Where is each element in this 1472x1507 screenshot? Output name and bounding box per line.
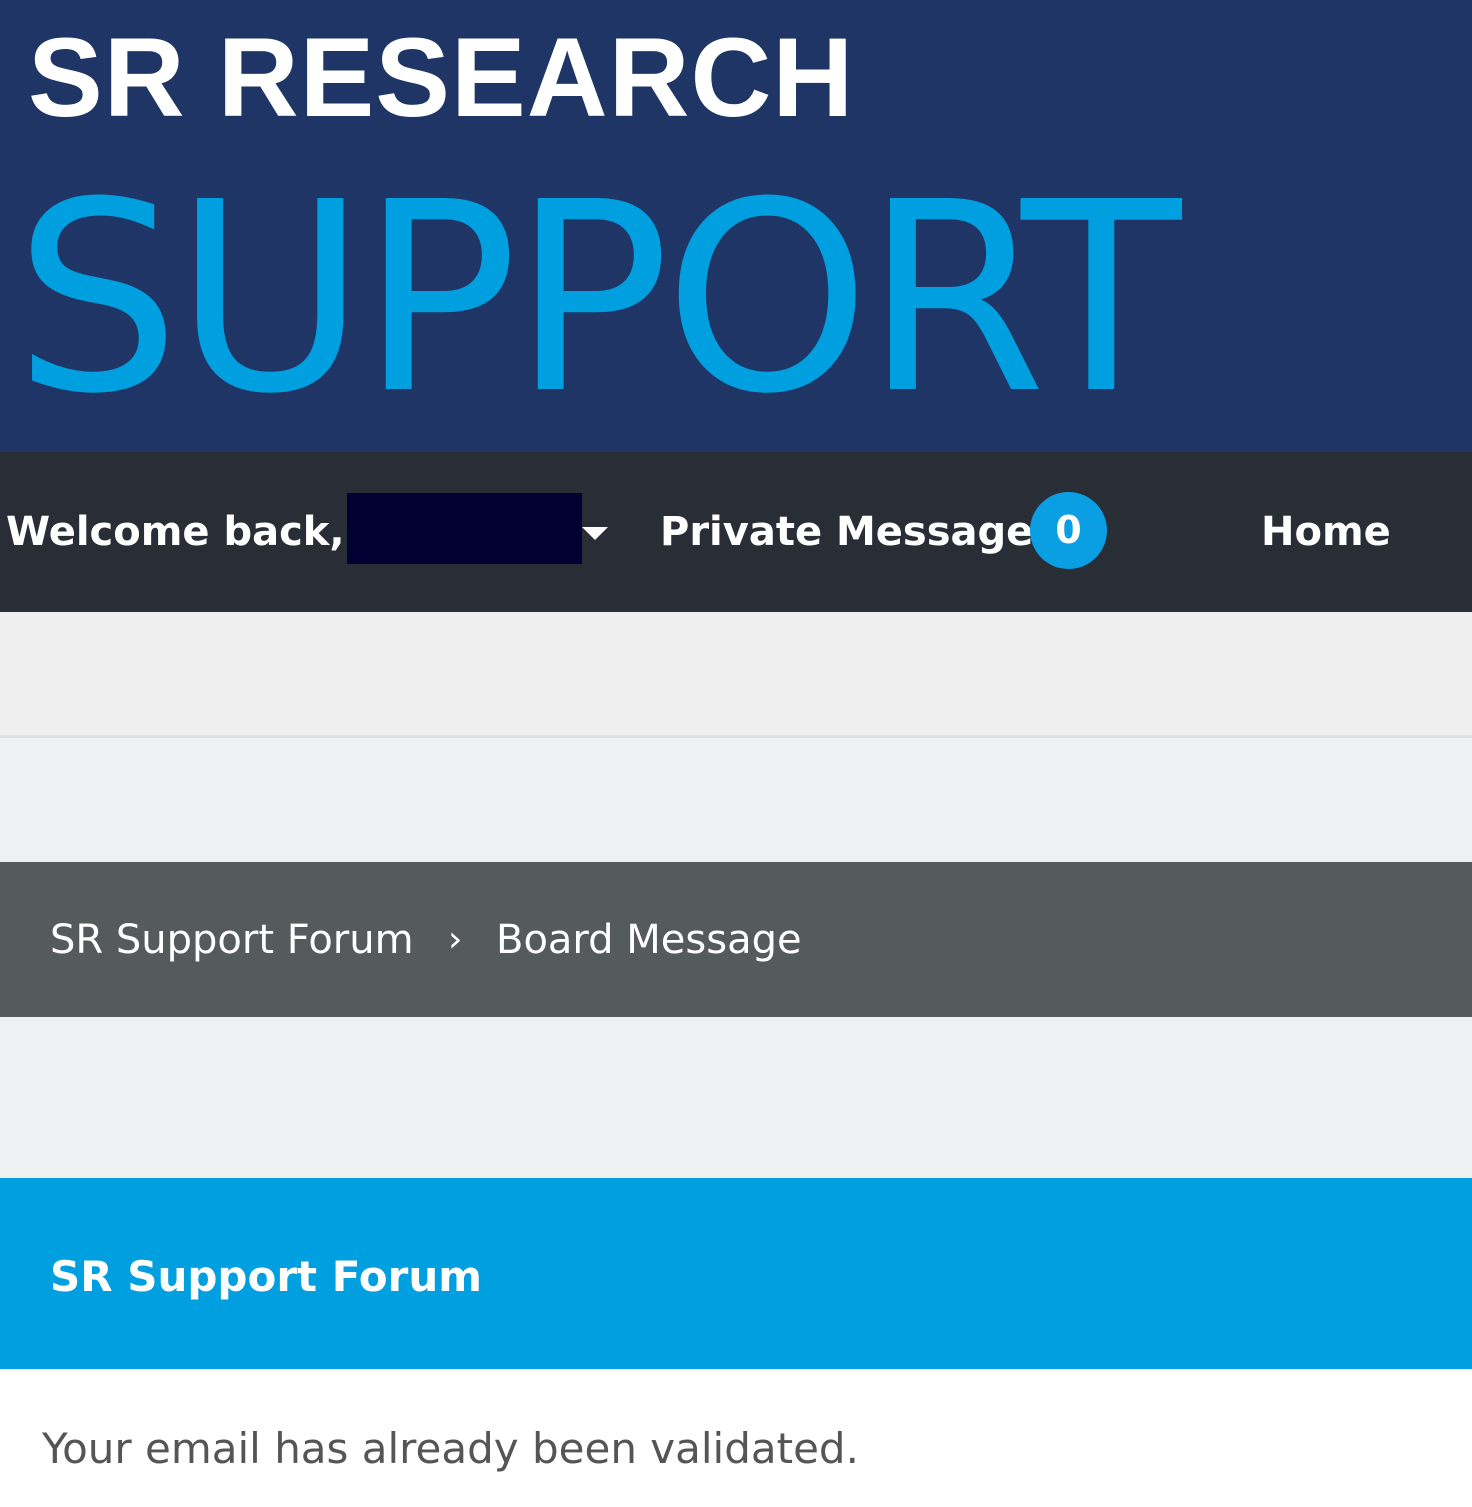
logo-subtitle: SUPPORT: [14, 146, 1181, 451]
logo-title: SR RESEARCH: [28, 15, 855, 140]
private-messages-link[interactable]: Private Messages: [660, 506, 1057, 558]
board-message-text: Your email has already been validated.: [42, 1424, 859, 1473]
breadcrumb-item-forum[interactable]: SR Support Forum: [50, 914, 414, 966]
welcome-user-menu[interactable]: Welcome back, Q: [6, 506, 393, 558]
private-messages-count-badge[interactable]: 0: [1030, 492, 1107, 569]
redacted-username: [347, 493, 582, 564]
home-link[interactable]: Home: [1261, 506, 1391, 558]
breadcrumb-separator-icon: ›: [448, 919, 463, 960]
panel-title: SR Support Forum: [50, 1252, 482, 1301]
site-banner: SR RESEARCH SUPPORT: [0, 0, 1472, 452]
breadcrumb-item-current: Board Message: [496, 917, 802, 963]
chevron-down-icon[interactable]: [582, 527, 608, 540]
divider: [0, 735, 1472, 738]
spacer-band: [0, 612, 1472, 735]
